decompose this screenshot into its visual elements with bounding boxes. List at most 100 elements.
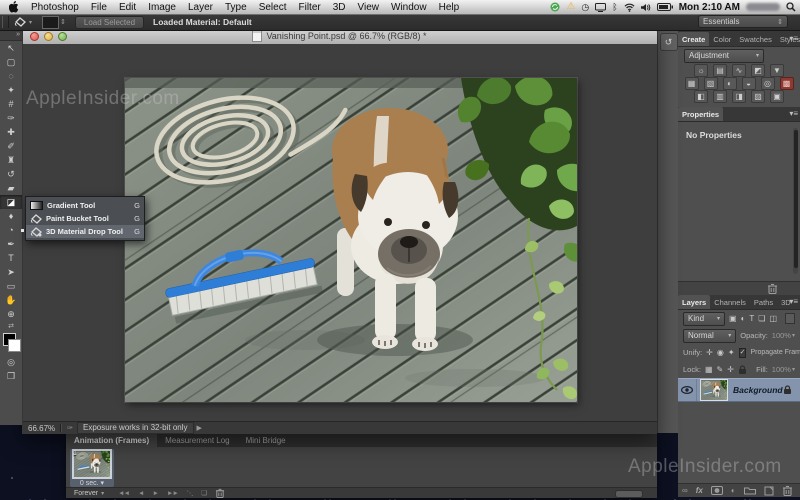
duplicate-frame-button[interactable]: ❏: [201, 489, 206, 497]
filter-type-layers-icon[interactable]: T: [749, 314, 754, 323]
battery-icon[interactable]: [657, 3, 673, 11]
eraser-tool[interactable]: ▰: [0, 181, 22, 195]
flyout-item-gradient-tool[interactable]: Gradient Tool G: [26, 199, 144, 212]
first-frame-button[interactable]: ◄◄: [118, 490, 129, 497]
exposure-icon[interactable]: ◩: [751, 64, 765, 77]
adjustment-dropdown[interactable]: Adjustment▾: [684, 49, 764, 63]
delete-frame-button[interactable]: [215, 488, 225, 498]
layer-row-background[interactable]: Background: [678, 378, 800, 402]
play-button[interactable]: ►: [152, 490, 157, 497]
menu-item[interactable]: Image: [142, 2, 182, 13]
material-swatch[interactable]: [42, 16, 59, 29]
delete-properties-icon[interactable]: [767, 283, 778, 294]
clone-stamp-tool[interactable]: ♜: [0, 153, 22, 167]
3d-material-drop-tool[interactable]: ◪: [0, 195, 22, 209]
color-balance-icon[interactable]: ▧: [704, 77, 718, 90]
type-tool[interactable]: T: [0, 251, 22, 265]
invert-icon[interactable]: ◧: [694, 90, 708, 103]
marquee-tool[interactable]: ▢: [0, 55, 22, 69]
menu-bar-clock[interactable]: Mon 2:10 AM: [679, 2, 740, 13]
lock-all-icon[interactable]: [738, 365, 747, 375]
menu-item[interactable]: Type: [219, 2, 253, 13]
current-tool-icon[interactable]: ▾: [14, 16, 32, 28]
layer-visibility-toggle[interactable]: [678, 379, 697, 401]
bluetooth-icon[interactable]: ᛒ: [612, 0, 617, 14]
quick-selection-tool[interactable]: ✦: [0, 83, 22, 97]
minimize-window-button[interactable]: [44, 32, 53, 41]
previous-frame-button[interactable]: ◄: [138, 490, 143, 497]
volume-icon[interactable]: [641, 3, 651, 12]
tab-swatches[interactable]: Swatches: [735, 32, 776, 46]
move-tool[interactable]: ↖: [0, 41, 22, 55]
hue-saturation-icon[interactable]: ▦: [685, 77, 699, 90]
scrollbar-thumb[interactable]: [794, 130, 798, 268]
swap-colors-icon[interactable]: ⇄: [0, 321, 22, 331]
time-machine-icon[interactable]: ◷: [581, 0, 589, 14]
tab-properties[interactable]: Properties: [678, 107, 723, 121]
lock-transparency-icon[interactable]: ▦: [705, 365, 713, 374]
menu-item[interactable]: Edit: [113, 2, 142, 13]
menu-item[interactable]: Select: [253, 2, 293, 13]
black-white-icon[interactable]: ◐: [723, 77, 737, 90]
tab-animation-frames[interactable]: Animation (Frames): [66, 433, 157, 447]
lasso-tool[interactable]: ◌: [0, 69, 22, 83]
tab-create[interactable]: Create: [678, 32, 709, 46]
menu-item[interactable]: View: [352, 2, 386, 13]
shape-tool[interactable]: ▭: [0, 279, 22, 293]
toolbar-collapse-button[interactable]: »: [0, 30, 22, 41]
zoom-tool[interactable]: ⊕: [0, 307, 22, 321]
frame-delay-dropdown[interactable]: 0 sec. ▾: [70, 479, 114, 487]
new-group-icon[interactable]: [744, 486, 756, 495]
history-panel-icon[interactable]: ↺: [660, 33, 678, 51]
vibrance-icon[interactable]: ▼: [770, 64, 784, 77]
quick-mask-button[interactable]: ◎: [0, 355, 22, 369]
menu-item[interactable]: Help: [433, 2, 466, 13]
channel-mixer-icon[interactable]: ◎: [761, 77, 775, 90]
menu-item[interactable]: 3D: [327, 2, 352, 13]
photo-filter-icon[interactable]: ◒: [742, 77, 756, 90]
propagate-frame-checkbox[interactable]: ✓: [739, 348, 747, 358]
pen-tool[interactable]: ✒: [0, 237, 22, 251]
new-adjustment-layer-icon[interactable]: ◐: [731, 486, 736, 495]
workspace-switcher[interactable]: Essentials⇕: [698, 15, 788, 28]
color-lookup-icon[interactable]: ▩: [780, 77, 794, 90]
background-color-swatch[interactable]: [8, 339, 21, 352]
menu-item[interactable]: Photoshop: [25, 2, 85, 13]
apple-menu-icon[interactable]: [9, 1, 19, 13]
selective-color-icon[interactable]: ▣: [770, 90, 784, 103]
load-selected-button[interactable]: Load Selected: [75, 16, 144, 29]
status-info-icon[interactable]: ✑: [67, 424, 73, 432]
crop-tool[interactable]: #: [0, 97, 22, 111]
delete-layer-icon[interactable]: [782, 485, 793, 496]
unify-style-icon[interactable]: ✦: [728, 348, 735, 357]
display-icon[interactable]: [595, 3, 606, 12]
menu-item[interactable]: Filter: [292, 2, 326, 13]
tab-layers[interactable]: Layers: [678, 295, 710, 309]
status-note-arrow[interactable]: ▶: [197, 424, 202, 432]
zoom-window-button[interactable]: [58, 32, 67, 41]
layer-name[interactable]: Background: [733, 385, 783, 395]
lock-pixels-icon[interactable]: ✎: [717, 365, 724, 374]
spotlight-icon[interactable]: [786, 2, 796, 12]
tween-button[interactable]: ⋱: [187, 489, 193, 497]
path-selection-tool[interactable]: ➤: [0, 265, 22, 279]
filter-group-layers-icon[interactable]: ❏: [758, 314, 765, 323]
posterize-icon[interactable]: ▥: [713, 90, 727, 103]
animation-frame-1[interactable]: 1 0 sec. ▾: [70, 449, 114, 487]
screen-mode-button[interactable]: ❐: [0, 369, 22, 383]
add-layer-mask-icon[interactable]: [711, 486, 723, 495]
properties-scrollbar[interactable]: [793, 128, 798, 274]
sync-status-icon[interactable]: [550, 2, 560, 12]
threshold-icon[interactable]: ◨: [732, 90, 746, 103]
opacity-value[interactable]: 100%▾: [772, 331, 795, 340]
zoom-level-field[interactable]: 66.67%: [28, 424, 55, 433]
frame-thumbnail[interactable]: [74, 451, 110, 477]
close-window-button[interactable]: [30, 32, 39, 41]
menu-item[interactable]: File: [85, 2, 113, 13]
eyedropper-tool[interactable]: ✑: [0, 111, 22, 125]
gradient-map-icon[interactable]: ▨: [751, 90, 765, 103]
tab-channels[interactable]: Channels: [710, 295, 750, 309]
panel-menu-icon[interactable]: ▾≡: [789, 297, 798, 307]
brightness-contrast-icon[interactable]: ☼: [694, 64, 708, 77]
unify-visibility-icon[interactable]: ◉: [717, 348, 724, 357]
